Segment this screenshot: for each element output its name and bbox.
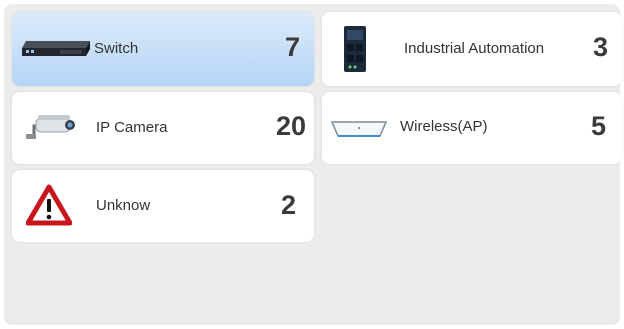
warning-icon <box>26 184 72 226</box>
access-point-icon <box>330 121 388 137</box>
tile-switch-label: Switch <box>94 40 139 57</box>
tile-industrial-automation[interactable]: Industrial Automation 3 <box>322 12 622 86</box>
tile-industrial-automation-count: 3 <box>592 32 608 62</box>
tile-unknown[interactable]: Unknow 2 <box>12 170 314 242</box>
tile-wireless-ap-count: 5 <box>590 111 606 141</box>
tile-switch[interactable]: Switch 7 <box>12 12 314 86</box>
tile-switch-count: 7 <box>284 32 300 62</box>
tile-unknown-count: 2 <box>280 190 296 220</box>
tile-unknown-label: Unknow <box>96 197 151 214</box>
tile-wireless-ap[interactable]: Wireless(AP) 5 <box>322 92 622 164</box>
tile-industrial-automation-label: Industrial Automation <box>404 40 545 57</box>
tile-ip-camera[interactable]: IP Camera 20 <box>12 92 314 164</box>
industrial-device-icon <box>344 26 366 72</box>
switch-icon <box>22 41 90 56</box>
ip-camera-icon <box>26 115 75 139</box>
tile-ip-camera-label: IP Camera <box>96 119 168 136</box>
tile-ip-camera-count: 20 <box>275 111 306 141</box>
tile-wireless-ap-label: Wireless(AP) <box>400 118 488 135</box>
device-overview-panel: Switch 7 Industrial Automation 3 IP Came… <box>4 4 622 325</box>
